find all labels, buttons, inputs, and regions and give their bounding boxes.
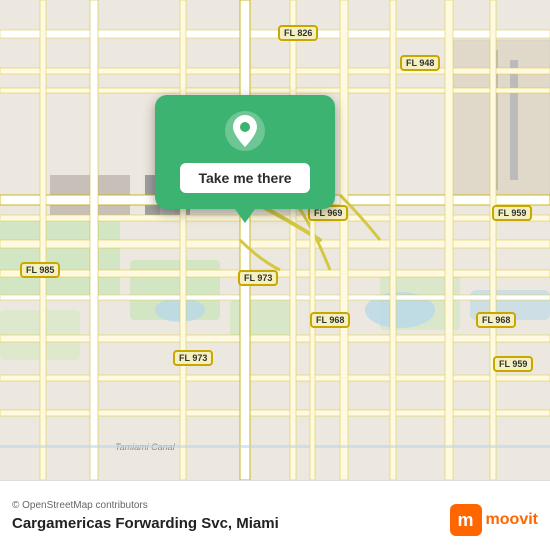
route-badge-fl948: FL 948 (400, 55, 440, 71)
map-container: Tamiami Canal FL 826 FL 948 FL 969 FL 95… (0, 0, 550, 480)
moovit-brand-text: moovit (486, 511, 538, 529)
route-badge-fl959b: FL 959 (493, 356, 533, 372)
route-badge-fl973a: FL 973 (238, 270, 278, 286)
location-pin-icon (223, 109, 267, 153)
route-badge-fl968a: FL 968 (310, 312, 350, 328)
take-me-there-button[interactable]: Take me there (180, 163, 309, 193)
route-badge-fl959a: FL 959 (492, 205, 532, 221)
route-badge-fl826: FL 826 (278, 25, 318, 41)
route-badge-fl973b: FL 973 (173, 350, 213, 366)
popup-card: Take me there (155, 95, 335, 209)
moovit-logo: m moovit (450, 504, 538, 536)
moovit-icon-letter: m (458, 510, 474, 531)
moovit-icon: m (450, 504, 482, 536)
bottom-bar: © OpenStreetMap contributors Cargamerica… (0, 480, 550, 550)
route-badge-fl968b: FL 968 (476, 312, 516, 328)
route-badge-fl985: FL 985 (20, 262, 60, 278)
